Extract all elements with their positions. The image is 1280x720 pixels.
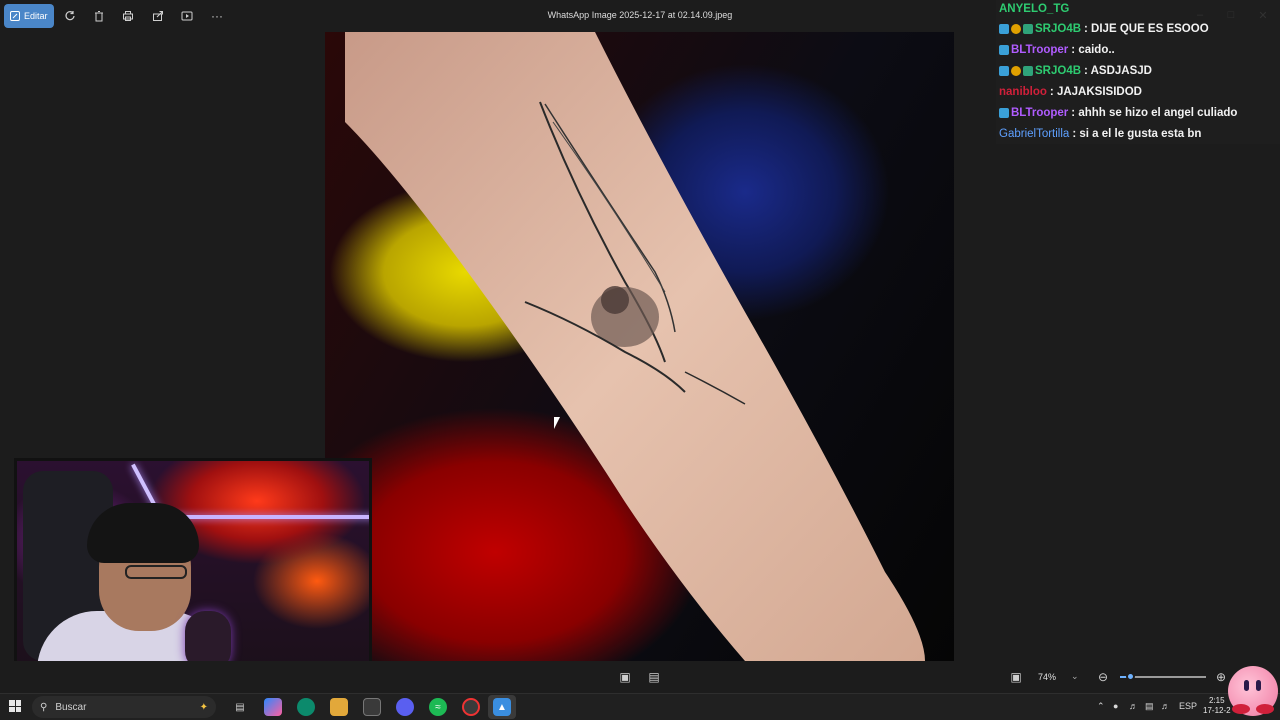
- glasses: [125, 565, 187, 579]
- viewer-bottom-bar: [0, 661, 1280, 693]
- chat-username: SRJO4B: [1035, 64, 1082, 77]
- file-title: WhatsApp Image 2025-12-17 at 02.14.09.jp…: [547, 10, 733, 20]
- copilot-icon[interactable]: [264, 698, 282, 716]
- clock-date: 17-12-2: [1203, 706, 1231, 715]
- copilot-sparkle-icon: ✦: [199, 701, 208, 713]
- search-placeholder: Buscar: [55, 701, 87, 713]
- edit-icon: [10, 11, 20, 21]
- edit-button[interactable]: Editar: [4, 4, 54, 28]
- chat-message: : ASDJASJD: [1084, 64, 1152, 77]
- chat-username: BLTrooper: [1011, 106, 1069, 119]
- chat-line: SRJO4B : DIJE QUE ES ESOOO: [996, 18, 1280, 39]
- fit-to-window-icon[interactable]: ▣: [618, 670, 632, 684]
- actual-size-icon[interactable]: ▤: [647, 670, 661, 684]
- microphone-icon[interactable]: ●: [1113, 701, 1118, 711]
- chat-line: nanibloo : JAJAKSISIDOD: [996, 81, 1280, 102]
- taskbar-clock[interactable]: 2:15 17-12-2: [1203, 696, 1231, 716]
- zoom-out-icon[interactable]: ⊖: [1096, 670, 1110, 684]
- badge-icon: [1011, 65, 1021, 76]
- photos-app-window: Editar ··· WhatsApp Image 2025-12-17 at …: [0, 0, 1280, 720]
- zoom-in-icon[interactable]: ⊕: [1214, 670, 1228, 684]
- start-button[interactable]: [9, 700, 21, 712]
- slideshow-icon[interactable]: [179, 8, 195, 24]
- streamer-hair: [87, 503, 199, 563]
- badge-icon: [999, 44, 1009, 55]
- print-icon[interactable]: [120, 8, 136, 24]
- badge-icon: [999, 107, 1009, 118]
- chat-line: BLTrooper : ahhh se hizo el angel culiad…: [996, 102, 1280, 123]
- chevron-up-icon[interactable]: ⌃: [1097, 701, 1105, 712]
- chat-line: BLTrooper : caido..: [996, 39, 1280, 60]
- edge-icon[interactable]: [297, 698, 315, 716]
- more-icon[interactable]: ···: [208, 8, 226, 24]
- rotate-icon[interactable]: [62, 8, 78, 24]
- forearm-illustration: [345, 32, 925, 661]
- badge-icon: [999, 23, 1009, 34]
- chat-message: : JAJAKSISIDOD: [1049, 85, 1142, 98]
- volume-icon[interactable]: ♬: [1129, 701, 1138, 711]
- chat-line: GabrielTortilla : si a el le gusta esta …: [996, 123, 1280, 144]
- search-icon: ⚲: [40, 701, 48, 713]
- badge-icon: [999, 65, 1009, 76]
- zoom-slider[interactable]: [1120, 672, 1206, 681]
- stream-chat: ANYELO_TG SRJO4B : DIJE QUE ES ESOOO BLT…: [996, 0, 1280, 144]
- badge-icon: [1023, 65, 1033, 76]
- chat-message: : ahhh se hizo el angel culiado: [1071, 106, 1238, 119]
- task-view-icon[interactable]: ▤: [231, 698, 249, 716]
- fullscreen-icon[interactable]: ▣: [1009, 670, 1023, 684]
- share-icon[interactable]: [150, 8, 166, 24]
- delete-icon[interactable]: [91, 8, 107, 24]
- language-indicator[interactable]: ESP: [1179, 701, 1197, 711]
- discord-icon[interactable]: [396, 698, 414, 716]
- chat-username: nanibloo: [999, 85, 1047, 98]
- led-strip: [167, 515, 369, 519]
- chat-message: : si a el le gusta esta bn: [1072, 127, 1202, 140]
- store-icon[interactable]: [363, 698, 381, 716]
- taskbar-search[interactable]: ⚲ Buscar ✦: [32, 696, 216, 718]
- chevron-down-icon[interactable]: ⌄: [1071, 671, 1079, 682]
- photos-icon[interactable]: ▲: [493, 698, 511, 716]
- clock-time: 2:15: [1209, 696, 1225, 705]
- zoom-percentage[interactable]: 74%: [1038, 672, 1056, 682]
- network-icon[interactable]: ▤: [1145, 701, 1154, 712]
- badge-icon: [1023, 23, 1033, 34]
- mouse-cursor: [554, 417, 566, 429]
- chat-username: BLTrooper: [1011, 43, 1069, 56]
- obs-icon[interactable]: [462, 698, 480, 716]
- kirby-sticker: [1228, 666, 1278, 716]
- spotify-icon[interactable]: ≈: [429, 698, 447, 716]
- chat-username: GabrielTortilla: [999, 127, 1070, 140]
- chat-line-partial: ANYELO_TG: [996, 0, 1280, 18]
- file-explorer-icon[interactable]: [330, 698, 348, 716]
- badge-icon: [1011, 23, 1021, 34]
- tattoo-photo: [325, 32, 954, 661]
- chat-message: : caido..: [1071, 43, 1115, 56]
- chat-username: ANYELO_TG: [999, 3, 1070, 15]
- chat-message: : DIJE QUE ES ESOOO: [1084, 22, 1209, 35]
- chat-line: SRJO4B : ASDJASJD: [996, 60, 1280, 81]
- edit-label: Editar: [24, 11, 48, 21]
- speaker-icon[interactable]: ♬: [1161, 701, 1170, 711]
- chat-username: SRJO4B: [1035, 22, 1082, 35]
